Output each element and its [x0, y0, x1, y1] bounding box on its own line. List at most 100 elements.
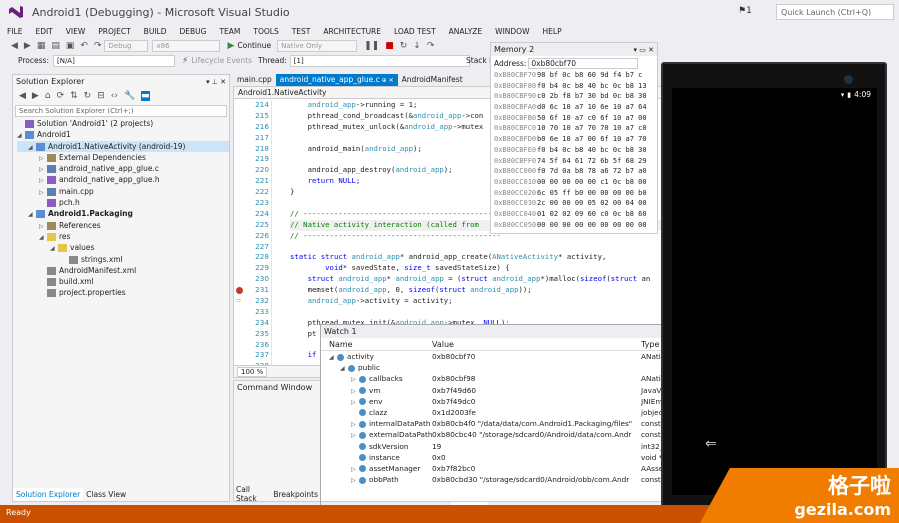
- tree-item[interactable]: build.xml: [17, 276, 229, 287]
- refresh-icon[interactable]: ↻: [84, 91, 92, 101]
- pause-icon[interactable]: ❚❚: [364, 41, 379, 51]
- address-input[interactable]: 0xb80cbf70: [528, 57, 639, 69]
- emulator-screen[interactable]: [672, 88, 877, 495]
- memory-row[interactable]: 0xB80CBFC010 70 10 a7 70 70 10 a7 c0: [491, 123, 657, 134]
- expand-arrow-icon[interactable]: ◢: [50, 243, 58, 254]
- memory-row[interactable]: 0xB80CC01000 00 00 00 00 c1 0c b8 00: [491, 177, 657, 188]
- menu-item-debug[interactable]: DEBUG: [179, 27, 206, 36]
- menu-item-project[interactable]: PROJECT: [98, 27, 130, 36]
- tree-item[interactable]: ◢ Android1: [17, 129, 229, 140]
- watch-row[interactable]: ▷ vm 0xb7f49d60 JavaVM: [321, 385, 668, 396]
- watch-row[interactable]: ◢ public: [321, 362, 664, 373]
- breakpoint-icon[interactable]: [236, 287, 243, 295]
- forward-icon[interactable]: ▶: [32, 91, 39, 101]
- android-emulator[interactable]: ▾ ▮ 4:09 ⇐: [661, 62, 887, 510]
- tree-item[interactable]: AndroidManifest.xml: [17, 265, 229, 276]
- menu-item-file[interactable]: FILE: [7, 27, 22, 36]
- menu-item-team[interactable]: TEAM: [219, 27, 240, 36]
- preview-icon[interactable]: ▬: [141, 91, 150, 101]
- home-icon[interactable]: ⌂: [45, 91, 51, 101]
- tab-class-view[interactable]: Class View: [83, 488, 129, 501]
- config-combo[interactable]: Debug: [104, 39, 149, 52]
- stop-icon[interactable]: ■: [385, 41, 394, 51]
- tree-item[interactable]: Solution 'Android1' (2 projects): [17, 118, 229, 129]
- tree-item[interactable]: ◢ Android1.Packaging: [17, 208, 229, 219]
- continue-icon[interactable]: ▶: [227, 41, 234, 51]
- tree-item[interactable]: pch.h: [17, 197, 229, 208]
- new-project-icon[interactable]: ▦: [37, 41, 46, 51]
- platform-combo[interactable]: x86: [152, 39, 221, 52]
- watch-row[interactable]: ▷ externalDataPath 0xb80cbc40 "/storage/sd…: [321, 429, 667, 440]
- memory-row[interactable]: 0xB80CC0302c 00 00 00 05 02 00 04 00: [491, 198, 657, 209]
- tree-item[interactable]: ▷ References: [17, 220, 229, 231]
- open-icon[interactable]: ▤: [51, 41, 60, 51]
- properties-icon[interactable]: 🔧: [124, 91, 135, 101]
- notification-flag[interactable]: ⚑1: [738, 6, 752, 16]
- watch-row[interactable]: sdkVersion 19 int32_t: [321, 441, 666, 452]
- sync-icon[interactable]: ⟳: [57, 91, 65, 101]
- memory-row[interactable]: 0xB80CC05000 00 00 00 00 00 00 00 00: [491, 220, 657, 231]
- watch-row[interactable]: ▷ env 0xb7f49dc0 JNIEnv: [321, 396, 664, 407]
- redo-icon[interactable]: ↷: [94, 41, 102, 51]
- menu-item-test[interactable]: TEST: [292, 27, 311, 36]
- tree-item[interactable]: ▷ External Dependencies: [17, 152, 229, 163]
- memory-row[interactable]: 0xB80CBFF074 5f 64 61 72 6b 5f 68 29: [491, 156, 657, 167]
- undo-icon[interactable]: ↶: [80, 41, 88, 51]
- watch-col-name[interactable]: Name: [329, 340, 353, 349]
- tab-breakpoints[interactable]: Breakpoints: [270, 490, 321, 499]
- expand-arrow-icon[interactable]: ◢: [28, 142, 36, 153]
- tree-item[interactable]: ▷ android_native_app_glue.c: [17, 163, 229, 174]
- menu-item-view[interactable]: VIEW: [66, 27, 86, 36]
- watch-row[interactable]: ◢ activity 0xb80cbf70 ANativ: [321, 351, 665, 362]
- solution-search-input[interactable]: Search Solution Explorer (Ctrl+;): [15, 105, 227, 117]
- menu-item-build[interactable]: BUILD: [144, 27, 167, 36]
- continue-button[interactable]: Continue: [237, 41, 271, 50]
- memory-row[interactable]: 0xB80CBFE0f0 b4 0c b8 40 bc 0c b8 30: [491, 145, 657, 156]
- menu-item-architecture[interactable]: ARCHITECTURE: [323, 27, 381, 36]
- memory-window-controls[interactable]: ▾ ▭ ✕: [634, 46, 654, 54]
- expand-arrow-icon[interactable]: ◢: [28, 209, 36, 220]
- code-line[interactable]: static struct android_app* android_app_c…: [290, 252, 667, 263]
- menu-item-load-test[interactable]: LOAD TEST: [394, 27, 436, 36]
- watch-row[interactable]: instance 0x0 void *: [321, 452, 664, 463]
- watch-col-type[interactable]: Type: [641, 340, 659, 349]
- tab-solution-explorer[interactable]: Solution Explorer: [13, 487, 84, 501]
- expand-arrow-icon[interactable]: ▷: [39, 175, 47, 186]
- memory-row[interactable]: 0xB80CBFA0d0 6c 10 a7 10 6e 10 a7 64: [491, 102, 657, 113]
- debugger-type-combo[interactable]: Native Only: [277, 39, 358, 52]
- collapse-all-icon[interactable]: ⊟: [97, 91, 105, 101]
- quick-launch-input[interactable]: Quick Launch (Ctrl+Q): [776, 4, 894, 20]
- tab-call-stack[interactable]: Call Stack: [233, 485, 270, 503]
- menu-item-tools[interactable]: TOOLS: [253, 27, 278, 36]
- watch-row[interactable]: ▷ callbacks 0xb80cbf98 ANativ: [321, 373, 665, 384]
- memory-row[interactable]: 0xB80CC0206c 05 ff b0 00 00 00 00 b0: [491, 188, 657, 199]
- menu-item-edit[interactable]: EDIT: [35, 27, 52, 36]
- thread-combo[interactable]: [1]: [289, 54, 470, 67]
- zoom-level[interactable]: 100 %: [237, 366, 268, 377]
- back-icon[interactable]: ◀: [11, 41, 18, 51]
- expand-arrow-icon[interactable]: ◢: [17, 130, 25, 141]
- watch-row[interactable]: clazz 0x1d2003fe jobject: [321, 407, 666, 418]
- tree-item[interactable]: ▷ main.cpp: [17, 186, 229, 197]
- menu-item-window[interactable]: WINDOW: [495, 27, 529, 36]
- editor-tab[interactable]: main.cpp: [233, 74, 276, 86]
- tree-item[interactable]: strings.xml: [17, 254, 229, 265]
- watch-row[interactable]: ▷ assetManager 0xb7f82bc0 AAsse: [321, 463, 664, 474]
- pin-icon[interactable]: ▾ ⊥ ✕: [206, 78, 226, 86]
- memory-row[interactable]: 0xB80CBFD0b0 6e 10 a7 00 6f 10 a7 70: [491, 134, 657, 145]
- memory-row[interactable]: 0xB80CBF80f0 b4 0c b8 40 bc 0c b8 13: [491, 81, 657, 92]
- tree-item[interactable]: project.properties: [17, 287, 229, 298]
- editor-tab[interactable]: AndroidManifest: [398, 74, 467, 86]
- memory-row[interactable]: 0xB80CBF7098 bf 0c b8 60 9d f4 b7 c: [491, 70, 657, 81]
- back-nav-icon[interactable]: ⇐: [705, 436, 717, 452]
- expand-arrow-icon[interactable]: ▷: [351, 475, 359, 486]
- back-icon[interactable]: ◀: [19, 91, 26, 101]
- menu-item-help[interactable]: HELP: [543, 27, 562, 36]
- editor-tab[interactable]: android_native_app_glue.c ⊕ ✕: [275, 74, 398, 86]
- save-icon[interactable]: ▣: [66, 41, 75, 51]
- expand-arrow-icon[interactable]: ◢: [39, 232, 47, 243]
- restart-icon[interactable]: ↻: [400, 41, 408, 51]
- code-line[interactable]: memset(android_app, 0, sizeof(struct and…: [290, 285, 667, 296]
- code-line[interactable]: struct android_app* android_app = (struc…: [290, 274, 667, 285]
- process-combo[interactable]: [N/A]: [52, 54, 175, 67]
